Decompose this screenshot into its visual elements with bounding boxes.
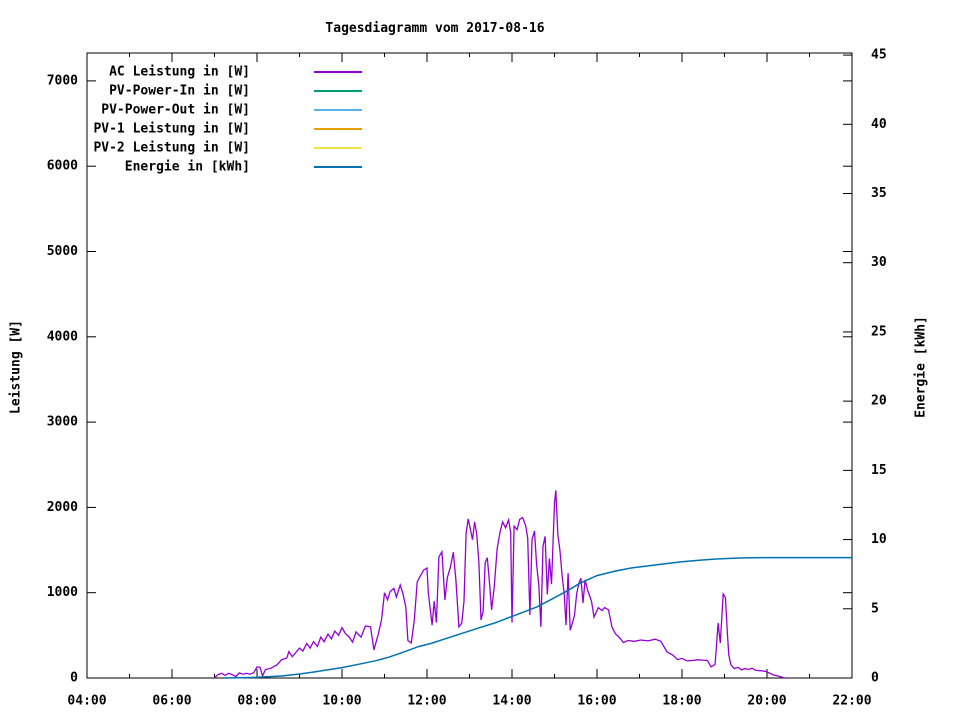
y-right-tick-label: 45 bbox=[871, 48, 887, 63]
y-left-tick-label: 2000 bbox=[47, 500, 78, 515]
y-right-tick-label: 25 bbox=[871, 324, 887, 339]
y-left-tick-label: 3000 bbox=[47, 415, 78, 430]
x-tick-label: 04:00 bbox=[67, 694, 106, 709]
y-right-tick-label: 5 bbox=[871, 601, 879, 616]
legend-label-2: PV-Power-Out in [W] bbox=[101, 103, 250, 118]
y-left-tick-label: 7000 bbox=[47, 73, 78, 88]
legend-label-5: Energie in [kWh] bbox=[125, 160, 250, 175]
chart-canvas: 04:00 06:00 08:00 10:00 12:00 14:00 16:00 18:00… bbox=[0, 0, 960, 720]
y-left-tick-label: 1000 bbox=[47, 585, 78, 600]
x-tick-label: 20:00 bbox=[747, 694, 786, 709]
legend-label-0: AC Leistung in [W] bbox=[109, 65, 250, 80]
legend-label-1: PV-Power-In in [W] bbox=[109, 84, 250, 99]
x-tick-label: 16:00 bbox=[577, 694, 616, 709]
y-right-tick-label: 20 bbox=[871, 394, 887, 409]
x-tick-label: 08:00 bbox=[237, 694, 276, 709]
legend-label-3: PV-1 Leistung in [W] bbox=[93, 122, 250, 137]
y-left-tick-label: 5000 bbox=[47, 244, 78, 259]
y-left-tick-label: 4000 bbox=[47, 329, 78, 344]
y-right-tick-label: 0 bbox=[871, 671, 879, 686]
series-line-0 bbox=[215, 490, 785, 678]
y-right-tick-label: 15 bbox=[871, 463, 887, 478]
x-tick-label: 12:00 bbox=[407, 694, 446, 709]
y-left-tick-label: 0 bbox=[70, 671, 78, 686]
y-right-tick-label: 35 bbox=[871, 186, 887, 201]
x-tick-label: 06:00 bbox=[152, 694, 191, 709]
y-right-tick-label: 40 bbox=[871, 117, 887, 132]
x-tick-label: 10:00 bbox=[322, 694, 361, 709]
x-tick-label: 22:00 bbox=[832, 694, 871, 709]
y-right-tick-label: 10 bbox=[871, 532, 887, 547]
y-left-tick-label: 6000 bbox=[47, 159, 78, 174]
chart-frame: Tagesdiagramm vom 2017-08-16 Leistung [W… bbox=[0, 0, 960, 720]
y-right-tick-label: 30 bbox=[871, 255, 887, 270]
x-tick-label: 14:00 bbox=[492, 694, 531, 709]
x-tick-label: 18:00 bbox=[662, 694, 701, 709]
legend-label-4: PV-2 Leistung in [W] bbox=[93, 141, 250, 156]
